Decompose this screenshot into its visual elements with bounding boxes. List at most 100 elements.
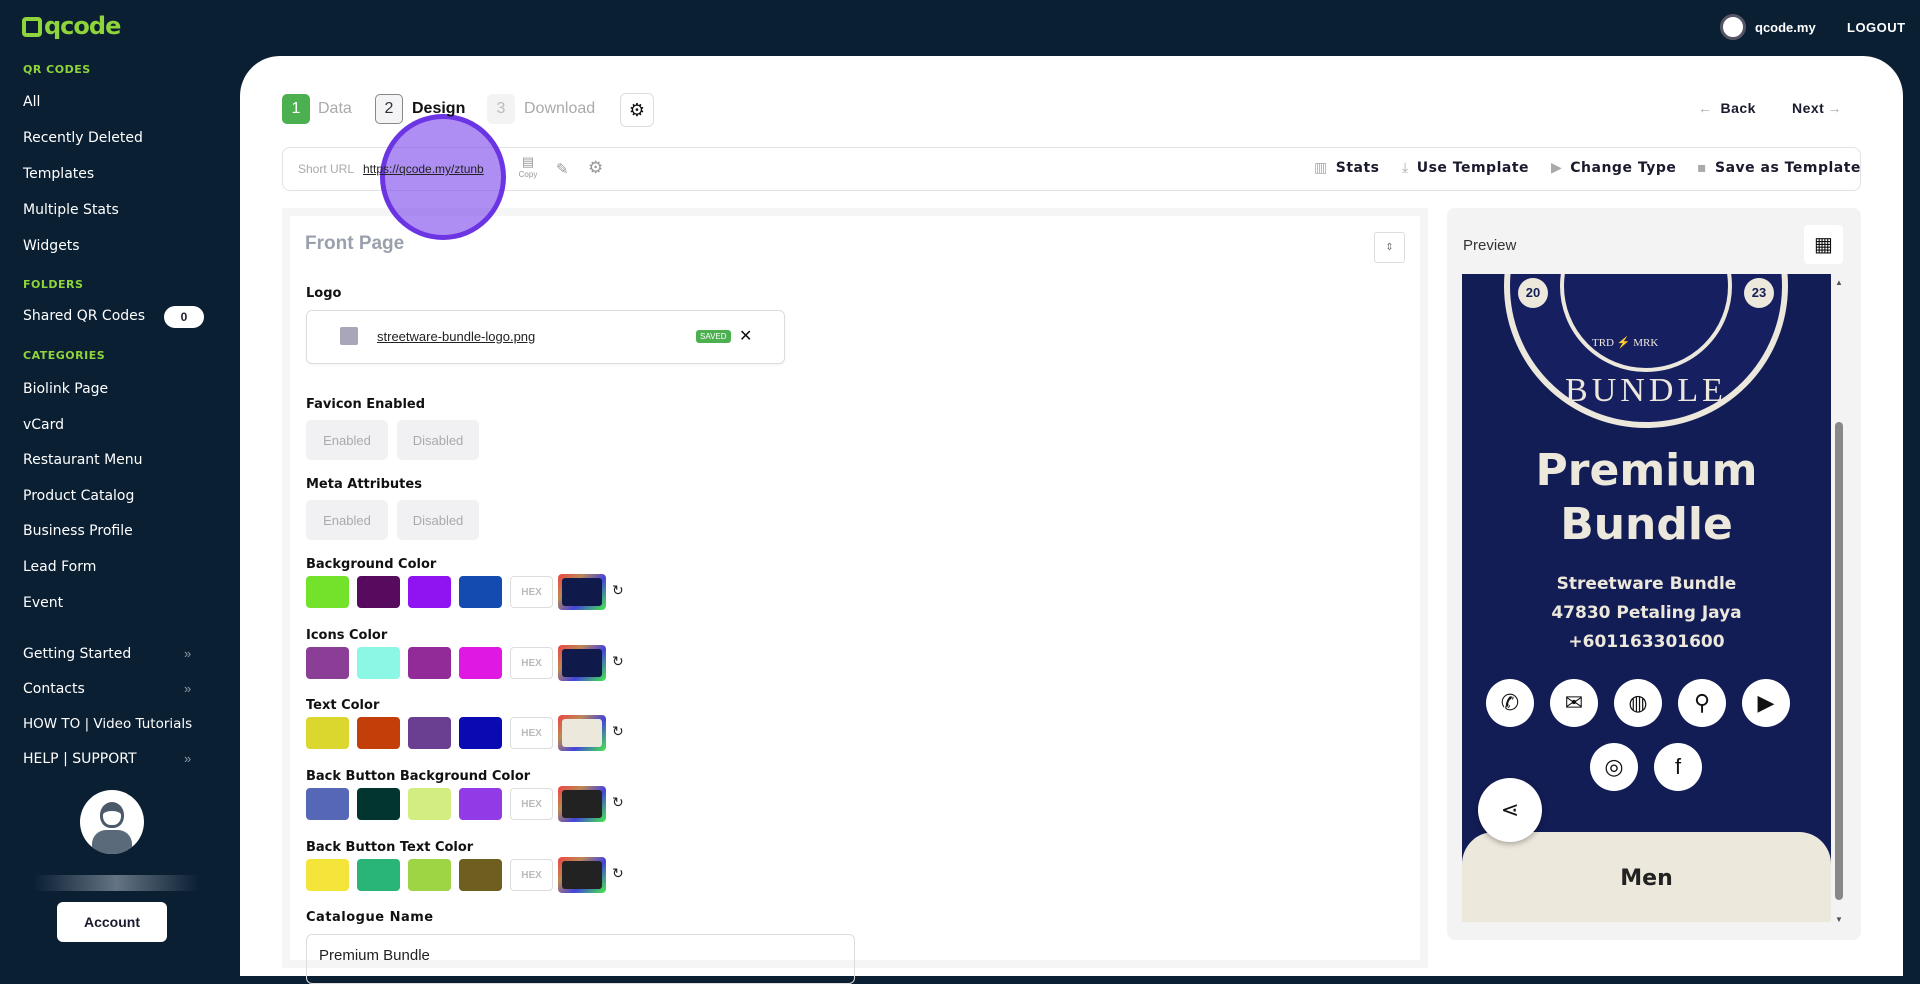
reset-color-icon[interactable]: ↻ [612, 723, 624, 740]
color-swatch[interactable] [306, 788, 349, 820]
logout-link[interactable]: LOGOUT [1847, 20, 1906, 35]
color-swatch[interactable] [459, 647, 502, 679]
profile-avatar-icon[interactable] [1720, 14, 1746, 40]
color-swatch[interactable] [459, 788, 502, 820]
hex-input[interactable]: HEX [510, 859, 553, 891]
brand-logo-image: 20 23 TRD ⚡ MRK BUNDLE [1504, 274, 1788, 428]
color-swatch[interactable] [459, 717, 502, 749]
color-swatch[interactable] [306, 859, 349, 891]
chevron-double-right-icon: » [184, 646, 192, 661]
sidebar-item-event[interactable]: Event [23, 595, 63, 611]
short-url-link[interactable]: https://qcode.my/ztunb [363, 162, 484, 176]
color-swatch[interactable] [459, 859, 502, 891]
sidebar-item-help-support[interactable]: HELP | SUPPORT [23, 751, 137, 767]
instagram-icon[interactable]: ◎ [1590, 743, 1638, 791]
color-swatch[interactable] [306, 717, 349, 749]
edit-icon[interactable]: ✎ [556, 160, 569, 178]
qcode-logo[interactable]: qcode [22, 12, 121, 40]
youtube-icon[interactable]: ▶ [1742, 679, 1790, 727]
sidebar-item-all[interactable]: All [23, 94, 40, 110]
settings-gear-button[interactable]: ⚙ [620, 93, 654, 127]
preview-scrollbar[interactable]: ▲ ▼ [1833, 278, 1845, 924]
gear-icon[interactable]: ⚙ [588, 158, 603, 178]
back-button[interactable]: ← Back [1698, 100, 1756, 116]
hex-input[interactable]: HEX [510, 576, 553, 608]
use-template-button[interactable]: ⤓ Use Template [1402, 160, 1529, 176]
step-2-number[interactable]: 2 [375, 94, 403, 124]
color-swatch[interactable] [306, 576, 349, 608]
file-copy-icon: ▤ [521, 154, 535, 169]
location-pin-icon[interactable]: ⚲ [1678, 679, 1726, 727]
color-swatch[interactable] [357, 859, 400, 891]
catalogue-name-input[interactable]: Premium Bundle [306, 934, 855, 984]
reset-color-icon[interactable]: ↻ [612, 653, 624, 670]
hex-input[interactable]: HEX [510, 717, 553, 749]
sidebar-item-vcard[interactable]: vCard [23, 417, 64, 433]
phone-icon[interactable]: ✆ [1486, 679, 1534, 727]
color-swatch[interactable] [408, 576, 451, 608]
step-2-label[interactable]: Design [412, 100, 465, 118]
favicon-disabled-button[interactable]: Disabled [397, 420, 479, 460]
sidebar-item-restaurant-menu[interactable]: Restaurant Menu [23, 452, 143, 468]
share-button[interactable]: ⋖ [1478, 778, 1542, 842]
remove-logo-close-icon[interactable]: ✕ [739, 326, 752, 346]
stats-button[interactable]: ▥ Stats [1314, 160, 1379, 176]
logo-label: Logo [306, 286, 342, 301]
sidebar-item-multiple-stats[interactable]: Multiple Stats [23, 202, 119, 218]
globe-icon[interactable]: ◍ [1614, 679, 1662, 727]
sidebar-item-lead-form[interactable]: Lead Form [23, 559, 96, 575]
meta-enabled-button[interactable]: Enabled [306, 500, 388, 540]
color-swatch[interactable] [357, 717, 400, 749]
step-3-number[interactable]: 3 [487, 94, 515, 124]
sidebar-item-contacts[interactable]: Contacts [23, 681, 85, 697]
step-3-label[interactable]: Download [524, 100, 595, 118]
click-indicator [380, 114, 506, 240]
reset-color-icon[interactable]: ↻ [612, 794, 624, 811]
hex-input[interactable]: HEX [510, 647, 553, 679]
sidebar-item-shared-qr-codes[interactable]: Shared QR Codes [23, 308, 145, 324]
meta-disabled-button[interactable]: Disabled [397, 500, 479, 540]
custom-color-picker[interactable] [558, 786, 606, 822]
save-as-template-button[interactable]: ▪ Save as Template [1697, 160, 1861, 176]
account-button[interactable]: Account [57, 902, 167, 942]
color-swatch[interactable] [408, 647, 451, 679]
custom-color-picker[interactable] [558, 645, 606, 681]
reset-color-icon[interactable]: ↻ [612, 582, 624, 599]
step-1-number[interactable]: 1 [282, 94, 310, 124]
category-card[interactable]: Men [1462, 832, 1831, 922]
profile-username[interactable]: qcode.my [1755, 20, 1816, 35]
sidebar-item-biolink-page[interactable]: Biolink Page [23, 381, 108, 397]
custom-color-picker[interactable] [558, 857, 606, 893]
sidebar-item-getting-started[interactable]: Getting Started [23, 646, 131, 662]
color-row-label: Back Button Background Color [306, 769, 531, 784]
sidebar-item-recently-deleted[interactable]: Recently Deleted [23, 130, 143, 146]
color-swatch[interactable] [357, 788, 400, 820]
step-1-label[interactable]: Data [318, 100, 352, 118]
copy-button[interactable]: ▤ Copy [516, 154, 540, 179]
reset-color-icon[interactable]: ↻ [612, 865, 624, 882]
sidebar-item-product-catalog[interactable]: Product Catalog [23, 488, 134, 504]
qr-code-button[interactable]: ▦ [1804, 225, 1843, 264]
next-button[interactable]: Next → [1792, 100, 1842, 116]
logo-file-name[interactable]: streetware-bundle-logo.png [377, 329, 535, 344]
facebook-icon[interactable]: f [1654, 743, 1702, 791]
sidebar-item-widgets[interactable]: Widgets [23, 238, 80, 254]
email-icon[interactable]: ✉ [1550, 679, 1598, 727]
sidebar-item-business-profile[interactable]: Business Profile [23, 523, 133, 539]
color-swatch[interactable] [306, 647, 349, 679]
sidebar-item-templates[interactable]: Templates [23, 166, 94, 182]
favicon-enabled-button[interactable]: Enabled [306, 420, 388, 460]
color-swatch[interactable] [459, 576, 502, 608]
collapse-toggle-button[interactable]: ⇕ [1374, 232, 1405, 263]
sidebar-item-video-tutorials[interactable]: HOW TO | Video Tutorials [23, 716, 192, 732]
change-type-button[interactable]: ▶ Change Type [1551, 160, 1676, 176]
color-swatch[interactable] [408, 859, 451, 891]
saved-badge: SAVED [696, 330, 731, 343]
color-swatch[interactable] [408, 717, 451, 749]
color-swatch[interactable] [408, 788, 451, 820]
custom-color-picker[interactable] [558, 574, 606, 610]
color-swatch[interactable] [357, 647, 400, 679]
hex-input[interactable]: HEX [510, 788, 553, 820]
custom-color-picker[interactable] [558, 715, 606, 751]
color-swatch[interactable] [357, 576, 400, 608]
